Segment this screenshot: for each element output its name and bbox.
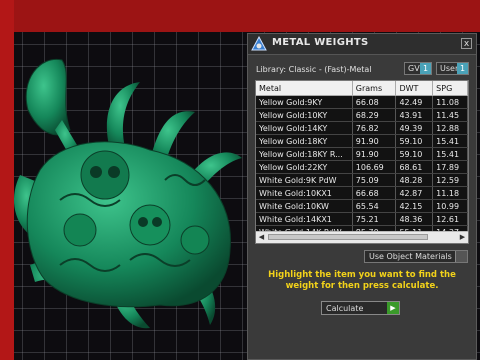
use-object-materials-dropdown[interactable]: Use Object Materials xyxy=(364,250,468,263)
play-icon: ▶ xyxy=(387,302,399,314)
user-toggle[interactable]: User 1 xyxy=(436,62,469,75)
table-header-row: Metal Grams DWT SPG xyxy=(256,81,468,96)
cell-grams: 66.68 xyxy=(352,186,397,200)
cell-metal: White Gold:10KX1 xyxy=(256,186,353,200)
cell-grams: 66.08 xyxy=(352,95,397,109)
cell-metal: Yellow Gold:22KY xyxy=(256,160,353,174)
cell-dwt: 42.15 xyxy=(395,199,434,213)
cell-dwt: 43.91 xyxy=(395,108,434,122)
table-row[interactable]: White Gold:10KX1 66.68 42.87 11.18 xyxy=(256,186,468,200)
table-row[interactable]: Yellow Gold:18KY 91.90 59.10 15.41 xyxy=(256,134,468,148)
cell-grams: 65.54 xyxy=(352,199,397,213)
table-row[interactable]: Yellow Gold:18KY R... 91.90 59.10 15.41 xyxy=(256,147,468,161)
table-row[interactable]: Yellow Gold:14KY 76.82 49.39 12.88 xyxy=(256,121,468,135)
table-row[interactable]: White Gold:9K PdW 75.09 48.28 12.59 xyxy=(256,173,468,187)
pendant-3d-model[interactable] xyxy=(0,0,260,360)
cell-dwt: 68.61 xyxy=(395,160,434,174)
cell-metal: Yellow Gold:9KY xyxy=(256,95,353,109)
horizontal-scrollbar[interactable]: ◀ ▶ xyxy=(256,231,468,243)
cell-metal: Yellow Gold:14KY xyxy=(256,121,353,135)
cell-spg: 11.45 xyxy=(432,108,468,122)
cell-dwt: 59.10 xyxy=(395,147,434,161)
cell-dwt: 42.49 xyxy=(395,95,434,109)
cell-spg: 17.89 xyxy=(432,160,468,174)
calculate-label: Calculate xyxy=(326,304,364,313)
table-row[interactable]: White Gold:14KX1 75.21 48.36 12.61 xyxy=(256,212,468,226)
table-row[interactable]: Yellow Gold:9KY 66.08 42.49 11.08 xyxy=(256,95,468,109)
scroll-right-icon[interactable]: ▶ xyxy=(457,232,468,243)
cell-grams: 106.69 xyxy=(352,160,397,174)
cell-grams: 75.21 xyxy=(352,212,397,226)
cell-metal: White Gold:14KX1 xyxy=(256,212,353,226)
cell-dwt: 48.36 xyxy=(395,212,434,226)
cell-spg: 11.18 xyxy=(432,186,468,200)
scroll-left-icon[interactable]: ◀ xyxy=(256,232,267,243)
cell-spg: 15.41 xyxy=(432,134,468,148)
user-value: 1 xyxy=(457,63,468,74)
user-label: User xyxy=(440,64,459,73)
cell-metal: Yellow Gold:18KY xyxy=(256,134,353,148)
calculate-button[interactable]: Calculate ▶ xyxy=(321,301,400,315)
instruction-text: Highlight the item you want to find the … xyxy=(268,270,456,291)
column-header-metal[interactable]: Metal xyxy=(256,81,353,96)
table-row[interactable]: Yellow Gold:10KY 68.29 43.91 11.45 xyxy=(256,108,468,122)
cell-grams: 75.09 xyxy=(352,173,397,187)
close-icon[interactable]: x xyxy=(461,38,472,49)
cell-spg: 15.41 xyxy=(432,147,468,161)
cell-grams: 91.90 xyxy=(352,134,397,148)
library-label: Library: Classic - (Fast)-Metal xyxy=(256,65,372,74)
column-header-spg[interactable]: SPG xyxy=(432,81,468,96)
cell-grams: 76.82 xyxy=(352,121,397,135)
scrollbar-thumb[interactable] xyxy=(268,234,428,240)
cell-metal: White Gold:9K PdW xyxy=(256,173,353,187)
table-row[interactable]: Yellow Gold:22KY 106.69 68.61 17.89 xyxy=(256,160,468,174)
cell-grams: 68.29 xyxy=(352,108,397,122)
cell-spg: 12.61 xyxy=(432,212,468,226)
panel-title: METAL WEIGHTS xyxy=(272,37,369,48)
metal-table[interactable]: Metal Grams DWT SPG Yellow Gold:9KY 66.08… xyxy=(255,80,469,244)
cell-spg: 12.88 xyxy=(432,121,468,135)
metal-weights-panel: METAL WEIGHTS x Library: Classic - (Fast… xyxy=(247,33,477,360)
use-object-materials-label: Use Object Materials xyxy=(369,252,452,261)
cell-dwt: 59.10 xyxy=(395,134,434,148)
gv-label: GV xyxy=(408,64,420,73)
table-row[interactable]: White Gold:10KW 65.54 42.15 10.99 xyxy=(256,199,468,213)
cell-dwt: 48.28 xyxy=(395,173,434,187)
app-logo-icon xyxy=(251,36,267,51)
column-header-dwt[interactable]: DWT xyxy=(395,81,434,96)
cell-metal: Yellow Gold:10KY xyxy=(256,108,353,122)
panel-titlebar[interactable]: METAL WEIGHTS x xyxy=(248,34,476,55)
cell-grams: 91.90 xyxy=(352,147,397,161)
dropdown-toggle-icon[interactable] xyxy=(455,251,467,262)
cell-dwt: 42.87 xyxy=(395,186,434,200)
cell-spg: 12.59 xyxy=(432,173,468,187)
gv-toggle[interactable]: GV 1 xyxy=(404,62,432,75)
cell-spg: 10.99 xyxy=(432,199,468,213)
column-header-grams[interactable]: Grams xyxy=(352,81,397,96)
gv-value: 1 xyxy=(420,63,431,74)
cell-metal: White Gold:10KW xyxy=(256,199,353,213)
cell-dwt: 49.39 xyxy=(395,121,434,135)
cell-metal: Yellow Gold:18KY R... xyxy=(256,147,353,161)
cell-spg: 11.08 xyxy=(432,95,468,109)
